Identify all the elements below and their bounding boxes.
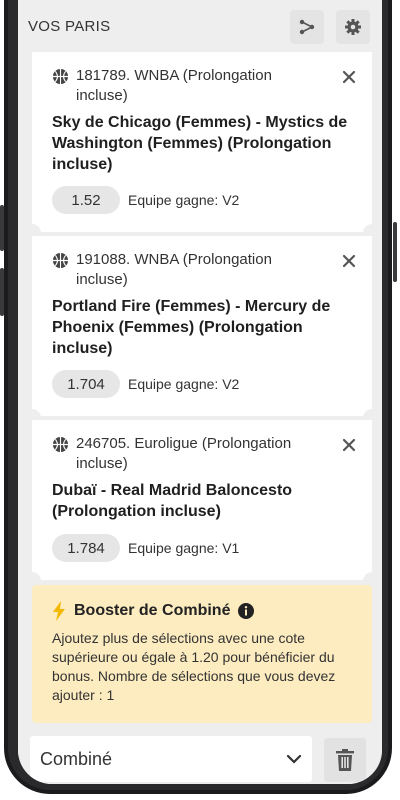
page-title: VOS PARIS xyxy=(28,18,111,35)
bet-slip-screen: VOS PARIS 181789. WNBA (Prolongation inc… xyxy=(18,0,382,784)
bet-odds-row: 1.52 Equipe gagne: V2 xyxy=(52,186,239,214)
share-button[interactable] xyxy=(290,10,324,44)
info-icon[interactable] xyxy=(238,603,255,619)
basketball-icon xyxy=(52,68,69,85)
phone-side-button-left-lower xyxy=(0,268,4,316)
share-icon xyxy=(299,19,315,35)
booster-title: Booster de Combiné xyxy=(74,602,231,619)
bet-league-label: 181789. WNBA (Prolongation incluse) xyxy=(76,67,272,104)
bet-card: 246705. Euroligue (Prolongation incluse)… xyxy=(32,420,372,580)
booster-header: Booster de Combiné xyxy=(52,601,255,621)
bet-match-title: Dubaï - Real Madrid Baloncesto (Prolonga… xyxy=(52,482,293,520)
bet-league: 181789. WNBA (Prolongation incluse) xyxy=(52,66,312,106)
trash-icon xyxy=(336,749,354,771)
bet-slip-footer: Combiné xyxy=(18,730,382,784)
bet-selection: Equipe gagne: V1 xyxy=(128,540,240,556)
bet-selection: Equipe gagne: V2 xyxy=(128,376,240,392)
phone-side-button-left xyxy=(0,205,4,251)
phone-side-button-right xyxy=(393,222,397,282)
bet-slip-header: VOS PARIS xyxy=(18,0,382,50)
bet-type-select[interactable]: Combiné xyxy=(30,736,312,782)
lightning-icon xyxy=(53,601,65,621)
bet-match-title: Sky de Chicago (Femmes) - Mystics de Was… xyxy=(52,114,348,173)
clear-bets-button[interactable] xyxy=(324,738,366,782)
bet-odds-row: 1.784 Equipe gagne: V1 xyxy=(52,534,239,562)
bet-selection: Equipe gagne: V2 xyxy=(128,192,240,208)
gear-icon xyxy=(345,19,361,35)
odds-value[interactable]: 1.52 xyxy=(52,186,120,214)
combo-booster-banner: Booster de Combiné Ajoutez plus de sélec… xyxy=(32,585,372,723)
remove-bet-icon[interactable] xyxy=(342,70,356,84)
bet-league-label: 246705. Euroligue (Prolongation incluse) xyxy=(76,435,292,472)
bet-league-label: 191088. WNBA (Prolongation incluse) xyxy=(76,251,272,288)
odds-value[interactable]: 1.784 xyxy=(52,534,120,562)
bet-type-value: Combiné xyxy=(40,748,113,769)
bet-odds-row: 1.704 Equipe gagne: V2 xyxy=(52,370,239,398)
bet-card: 181789. WNBA (Prolongation incluse) Sky … xyxy=(32,52,372,232)
odds-value[interactable]: 1.704 xyxy=(52,370,120,398)
remove-bet-icon[interactable] xyxy=(342,438,356,452)
booster-description: Ajoutez plus de sélections avec une cote… xyxy=(52,630,336,703)
bet-card: 191088. WNBA (Prolongation incluse) Port… xyxy=(32,236,372,416)
chevron-down-icon xyxy=(286,754,302,764)
basketball-icon xyxy=(52,436,69,453)
bet-league: 191088. WNBA (Prolongation incluse) xyxy=(52,250,312,290)
bet-league: 246705. Euroligue (Prolongation incluse) xyxy=(52,434,312,474)
remove-bet-icon[interactable] xyxy=(342,254,356,268)
settings-button[interactable] xyxy=(336,10,370,44)
bet-match-title: Portland Fire (Femmes) - Mercury de Phoe… xyxy=(52,298,331,357)
basketball-icon xyxy=(52,252,69,269)
